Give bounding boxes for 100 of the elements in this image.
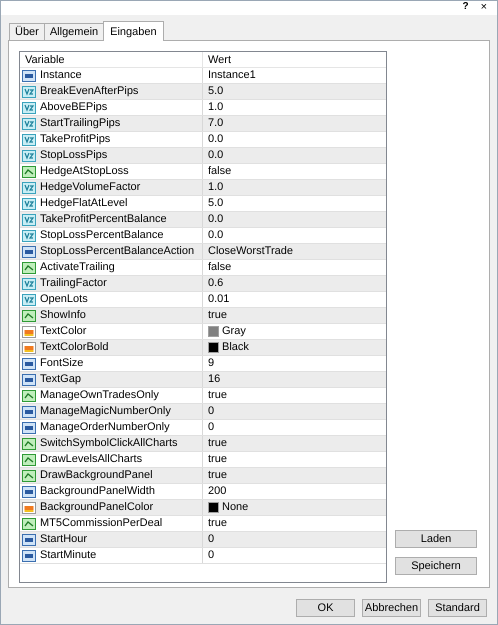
boolean-type-icon: [22, 470, 36, 482]
integer-type-icon: [22, 550, 36, 562]
variable-name: ManageMagicNumberOnly: [40, 404, 171, 419]
close-button[interactable]: ×: [480, 1, 487, 13]
boolean-type-icon: [22, 518, 36, 530]
variable-name: StartHour: [40, 532, 88, 547]
variable-name: TrailingFactor: [40, 276, 107, 291]
color-type-icon: [22, 342, 36, 354]
number-type-icon: [22, 134, 36, 146]
value-field[interactable]: true: [208, 388, 227, 403]
value-field[interactable]: 0.01: [208, 292, 230, 307]
boolean-type-icon: [22, 438, 36, 450]
value-field[interactable]: 0.0: [208, 212, 224, 227]
boolean-type-icon: [22, 166, 36, 178]
variable-name: StopLossPercentBalanceAction: [40, 244, 194, 259]
integer-type-icon: [22, 246, 36, 258]
variable-name: TextColorBold: [40, 340, 108, 355]
column-header[interactable]: Wert: [203, 52, 386, 67]
value-field[interactable]: 1.0: [208, 100, 224, 115]
value-field[interactable]: 0.0: [208, 148, 224, 163]
color-type-icon: [22, 502, 36, 514]
variable-name: BackgroundPanelWidth: [40, 484, 155, 499]
value-field[interactable]: 0: [208, 404, 214, 419]
tab[interactable]: Eingaben: [103, 21, 164, 41]
column-header[interactable]: Variable: [20, 52, 203, 67]
variable-name: HedgeVolumeFactor: [40, 180, 140, 195]
number-type-icon: [22, 214, 36, 226]
value-field[interactable]: true: [208, 468, 227, 483]
value-field[interactable]: false: [208, 260, 232, 275]
variable-name: TextGap: [40, 372, 81, 387]
variable-name: OpenLots: [40, 292, 88, 307]
value-field[interactable]: 200: [208, 484, 226, 499]
value-field[interactable]: 0: [208, 532, 214, 547]
value-field[interactable]: Black: [222, 340, 249, 355]
variable-name: ShowInfo: [40, 308, 86, 323]
boolean-type-icon: [22, 310, 36, 322]
integer-type-icon: [22, 70, 36, 82]
value-field[interactable]: 1.0: [208, 180, 224, 195]
tab[interactable]: Allgemein: [44, 23, 104, 40]
value-field[interactable]: true: [208, 308, 227, 323]
variable-name: ManageOwnTradesOnly: [40, 388, 159, 403]
variable-name: StopLossPips: [40, 148, 108, 163]
value-field[interactable]: 5.0: [208, 84, 224, 99]
integer-type-icon: [22, 486, 36, 498]
variable-name: StopLossPercentBalance: [40, 228, 164, 243]
value-field[interactable]: 7.0: [208, 116, 224, 131]
cancel-button[interactable]: Abbrechen: [362, 599, 421, 617]
integer-type-icon: [22, 534, 36, 546]
variable-name: MT5CommissionPerDeal: [40, 516, 162, 531]
number-type-icon: [22, 118, 36, 130]
variable-name: StartTrailingPips: [40, 116, 120, 131]
value-field[interactable]: 5.0: [208, 196, 224, 211]
variable-name: DrawLevelsAllCharts: [40, 452, 142, 467]
variable-name: SwitchSymbolClickAllCharts: [40, 436, 178, 451]
number-type-icon: [22, 278, 36, 290]
save-button[interactable]: Speichern: [395, 557, 477, 575]
variable-name: HedgeAtStopLoss: [40, 164, 129, 179]
variable-name: StartMinute: [40, 548, 96, 563]
number-type-icon: [22, 182, 36, 194]
boolean-type-icon: [22, 454, 36, 466]
ok-button[interactable]: OK: [296, 599, 355, 617]
variable-name: TakeProfitPips: [40, 132, 110, 147]
value-field[interactable]: 0.0: [208, 228, 224, 243]
value-field[interactable]: true: [208, 436, 227, 451]
variable-name: Instance: [40, 68, 82, 83]
value-field[interactable]: false: [208, 164, 232, 179]
number-type-icon: [22, 86, 36, 98]
value-field[interactable]: 16: [208, 372, 220, 387]
integer-type-icon: [22, 374, 36, 386]
variable-name: TextColor: [40, 324, 86, 339]
number-type-icon: [22, 230, 36, 242]
number-type-icon: [22, 102, 36, 114]
value-field[interactable]: None: [222, 500, 248, 515]
default-button[interactable]: Standard: [428, 599, 487, 617]
value-field[interactable]: Instance1: [208, 68, 256, 83]
number-type-icon: [22, 198, 36, 210]
integer-type-icon: [22, 358, 36, 370]
value-field[interactable]: 0.6: [208, 276, 224, 291]
value-field[interactable]: 9: [208, 356, 214, 371]
variable-name: TakeProfitPercentBalance: [40, 212, 167, 227]
help-button[interactable]: ?: [462, 1, 469, 13]
number-type-icon: [22, 150, 36, 162]
integer-type-icon: [22, 406, 36, 418]
variable-name: FontSize: [40, 356, 84, 371]
integer-type-icon: [22, 422, 36, 434]
number-type-icon: [22, 294, 36, 306]
value-field[interactable]: true: [208, 452, 227, 467]
boolean-type-icon: [22, 390, 36, 402]
value-field[interactable]: Gray: [222, 324, 246, 339]
value-field[interactable]: true: [208, 516, 227, 531]
value-field[interactable]: 0.0: [208, 132, 224, 147]
tab[interactable]: Über: [9, 23, 45, 40]
boolean-type-icon: [22, 262, 36, 274]
value-field[interactable]: 0: [208, 548, 214, 563]
variable-name: BackgroundPanelColor: [40, 500, 154, 515]
value-field[interactable]: CloseWorstTrade: [208, 244, 293, 259]
variable-name: ActivateTrailing: [40, 260, 115, 275]
load-button[interactable]: Laden: [395, 530, 477, 548]
variable-name: ManageOrderNumberOnly: [40, 420, 170, 435]
value-field[interactable]: 0: [208, 420, 214, 435]
